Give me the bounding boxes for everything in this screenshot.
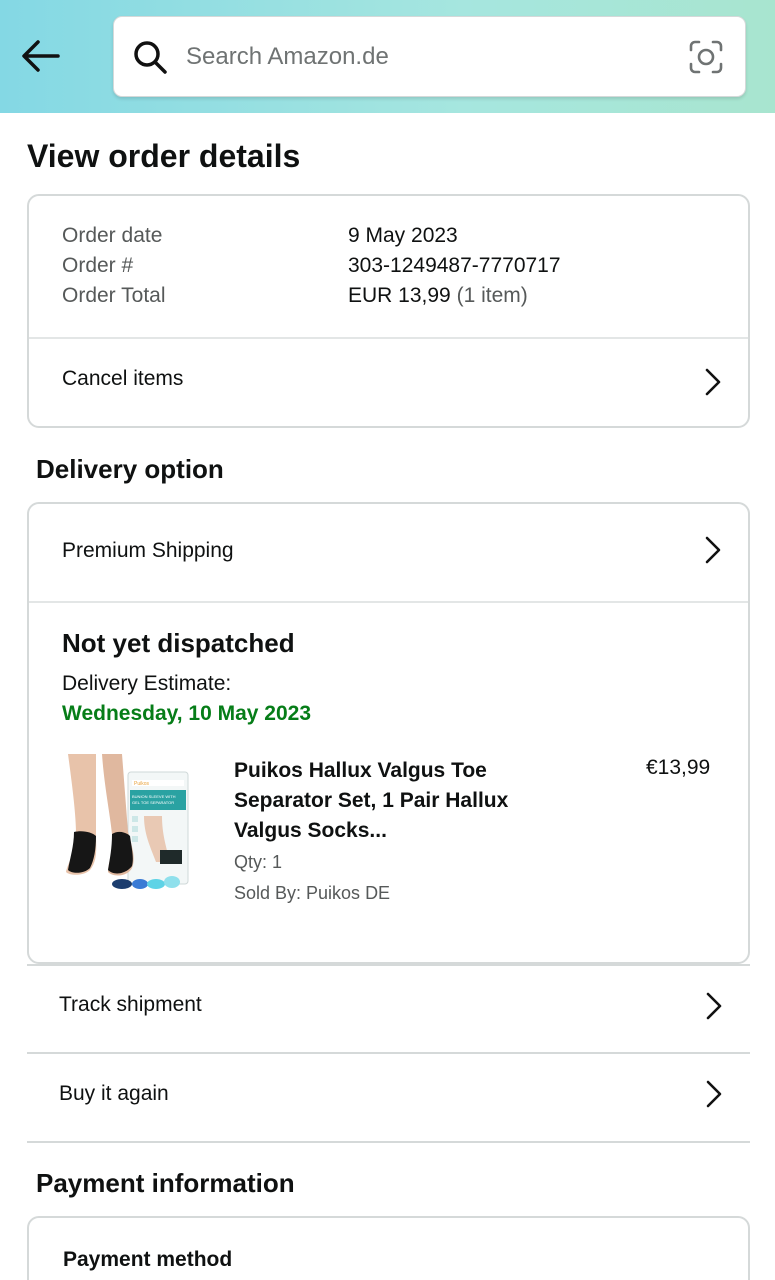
delivery-estimate-label: Delivery Estimate: (62, 672, 232, 695)
product-image-brand: Puikos (134, 781, 150, 787)
search-icon (134, 41, 167, 74)
track-shipment-label: Track shipment (59, 993, 202, 1016)
order-date-value: 9 May 2023 (348, 224, 458, 247)
order-total-label: Order Total (62, 284, 166, 307)
product-seller: Sold By: Puikos DE (234, 883, 391, 903)
svg-text:GEL TOE SEPARATOR: GEL TOE SEPARATOR (132, 800, 174, 805)
payment-card: Payment method (27, 1216, 750, 1280)
shipping-option-row[interactable]: Premium Shipping (29, 504, 748, 601)
product-title[interactable]: Puikos Hallux Valgus Toe Separator Set, … (234, 756, 564, 846)
arrow-left-icon (22, 40, 60, 72)
product-image[interactable]: Puikos BUNION SLEEVE WITH GEL TOE SEPARA… (62, 754, 190, 892)
payment-information-title: Payment information (36, 1168, 295, 1198)
payment-method-label: Payment method (63, 1248, 233, 1271)
order-date-label: Order date (62, 224, 163, 247)
order-total-items: (1 item) (456, 284, 528, 307)
cancel-items-label: Cancel items (62, 367, 184, 390)
delivery-estimate-date: Wednesday, 10 May 2023 (62, 702, 312, 725)
chevron-right-icon (705, 536, 721, 564)
search-bar[interactable] (113, 16, 746, 97)
cancel-items-row[interactable]: Cancel items (29, 339, 748, 426)
delivery-option-title: Delivery option (36, 454, 224, 484)
page-title: View order details (27, 138, 301, 174)
order-total-value: EUR 13,99 (1 item) (348, 284, 528, 308)
search-input[interactable] (186, 37, 666, 77)
product-price: €13,99 (646, 756, 711, 779)
divider (27, 1141, 750, 1143)
shipping-option-label: Premium Shipping (62, 539, 234, 562)
track-shipment-row[interactable]: Track shipment (27, 966, 750, 1053)
order-number-label: Order # (62, 254, 134, 277)
chevron-right-icon (706, 992, 722, 1020)
svg-text:BUNION SLEEVE WITH: BUNION SLEEVE WITH (132, 794, 176, 799)
top-bar (0, 0, 775, 113)
divider (29, 601, 748, 603)
shipment-status: Not yet dispatched (62, 628, 295, 658)
delivery-card: Premium Shipping Not yet dispatched Deli… (27, 502, 750, 964)
chevron-right-icon (705, 368, 721, 396)
buy-it-again-label: Buy it again (59, 1082, 169, 1105)
order-summary-card: Order date 9 May 2023 Order # 303-124948… (27, 194, 750, 428)
buy-it-again-row[interactable]: Buy it again (27, 1054, 750, 1141)
product-quantity: Qty: 1 (234, 852, 283, 872)
back-button[interactable] (18, 36, 64, 76)
chevron-right-icon (706, 1080, 722, 1108)
order-total-amount: EUR 13,99 (348, 284, 451, 307)
order-number-value: 303-1249487-7770717 (348, 254, 561, 277)
camera-scan-icon[interactable] (688, 39, 724, 75)
